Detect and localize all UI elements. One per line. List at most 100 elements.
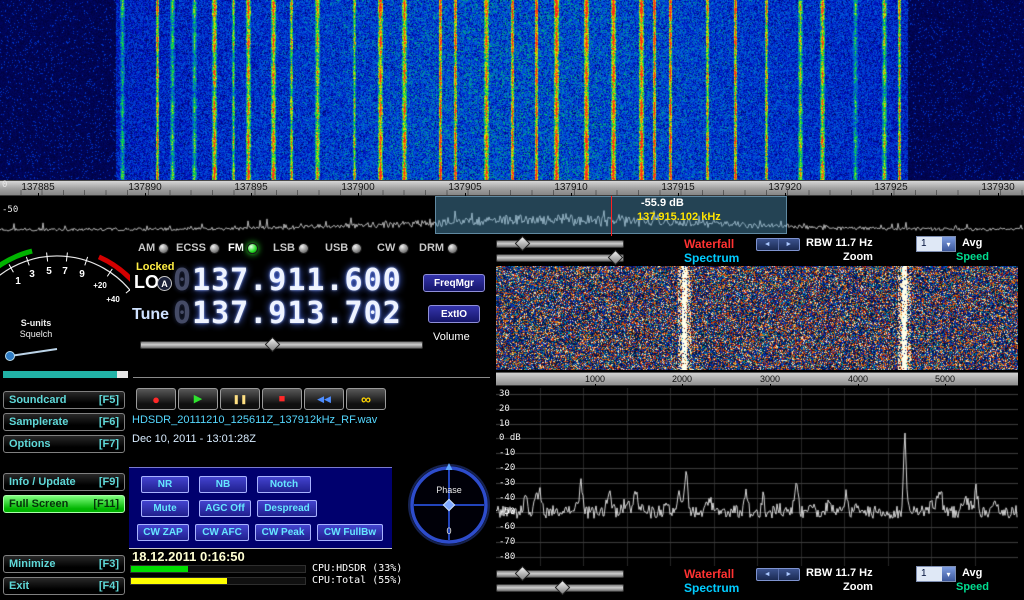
- waterfall-display-label-bottom[interactable]: Waterfall: [684, 567, 734, 581]
- mode-led-icon: [351, 243, 362, 254]
- despread-button[interactable]: Despread: [257, 500, 317, 517]
- db-axis-label: -70: [499, 537, 515, 547]
- nb-button[interactable]: NB: [199, 476, 247, 493]
- mode-cw[interactable]: CW: [377, 242, 409, 254]
- cw-afc-button[interactable]: CW AFC: [195, 524, 249, 541]
- mode-am[interactable]: AM: [138, 242, 169, 254]
- waterfall-shift-spinner-bottom[interactable]: ◄►: [756, 568, 800, 581]
- af-waterfall-display[interactable]: [496, 266, 1018, 370]
- s-meter-label: 1: [15, 276, 21, 287]
- slider-thumb[interactable]: [608, 250, 624, 266]
- waterfall-display-label[interactable]: Waterfall: [684, 237, 734, 251]
- overview-db-axis-top: 0: [2, 180, 7, 190]
- button-key: [F11]: [93, 498, 119, 510]
- spectrum-display-label[interactable]: Spectrum: [684, 251, 739, 265]
- exit-button[interactable]: Exit[F4]: [3, 577, 125, 595]
- db-axis-label: -80: [499, 552, 515, 562]
- extio-button[interactable]: ExtIO: [428, 305, 480, 323]
- tune-leading-zero: 0: [173, 296, 192, 331]
- speed-label-bottom: Speed: [956, 581, 989, 593]
- slider-thumb[interactable]: [515, 566, 531, 582]
- volume-label: Volume: [433, 331, 470, 343]
- db-axis-label: 10: [499, 419, 510, 429]
- spectrum-zoom-slider-bottom[interactable]: [496, 584, 624, 592]
- left-arrow-icon[interactable]: ◄: [757, 569, 779, 580]
- squelch-level-bar[interactable]: [3, 371, 128, 378]
- avg-count-select-bottom[interactable]: 1▾: [916, 566, 956, 582]
- overview-spectrum[interactable]: -55.9 dB 137.915.102 kHz: [0, 196, 1024, 236]
- volume-slider-thumb[interactable]: [265, 337, 281, 353]
- right-arrow-icon[interactable]: ►: [779, 239, 800, 250]
- af-tick-label: 3000: [745, 374, 795, 384]
- slider-thumb[interactable]: [515, 236, 531, 252]
- info-update-button[interactable]: Info / Update[F9]: [3, 473, 125, 491]
- squelch-knob[interactable]: [6, 352, 15, 361]
- mode-drm[interactable]: DRM: [419, 242, 458, 254]
- nr-button[interactable]: NR: [141, 476, 189, 493]
- dropdown-arrow-icon[interactable]: ▾: [942, 237, 955, 251]
- tuning-groove[interactable]: [133, 377, 490, 378]
- freq-tick-label: 137885: [8, 182, 68, 193]
- button-label: Options: [9, 438, 51, 450]
- record-button[interactable]: ●: [136, 388, 176, 410]
- mode-label: CW: [377, 242, 395, 254]
- rbw-label-bottom: RBW 11.7 Hz: [806, 567, 873, 579]
- af-spectrum-display[interactable]: [496, 388, 1018, 566]
- freqmgr-button[interactable]: FreqMgr: [423, 274, 485, 292]
- lo-lock-button[interactable]: A: [157, 276, 172, 291]
- volume-slider[interactable]: [140, 341, 423, 349]
- cw-peak-button[interactable]: CW Peak: [255, 524, 311, 541]
- stop-button[interactable]: ■: [262, 388, 302, 410]
- mute-button[interactable]: Mute: [141, 500, 189, 517]
- loop-button[interactable]: ∞: [346, 388, 386, 410]
- spectrum-display-label-bottom[interactable]: Spectrum: [684, 581, 739, 595]
- right-arrow-icon[interactable]: ►: [779, 569, 800, 580]
- samplerate-button[interactable]: Samplerate[F6]: [3, 413, 125, 431]
- minimize-button[interactable]: Minimize[F3]: [3, 555, 125, 573]
- mode-fm[interactable]: FM: [228, 242, 258, 254]
- frequency-scale[interactable]: 137885 137890 137895 137900 137905 13791…: [0, 180, 1024, 196]
- agc-off-button[interactable]: AGC Off: [199, 500, 251, 517]
- lo-label: LO: [134, 272, 159, 293]
- button-label: Minimize: [9, 558, 55, 570]
- pause-button[interactable]: ❚❚: [220, 388, 260, 410]
- mode-usb[interactable]: USB: [325, 242, 362, 254]
- left-arrow-icon[interactable]: ◄: [757, 239, 779, 250]
- play-button[interactable]: ▶: [178, 388, 218, 410]
- cpu-hdsdr-text: CPU:HDSDR (33%): [312, 563, 402, 574]
- soundcard-button[interactable]: Soundcard[F5]: [3, 391, 125, 409]
- main-waterfall-display[interactable]: [0, 0, 1024, 180]
- avg-label-bottom: Avg: [962, 567, 982, 579]
- button-label: Samplerate: [9, 416, 68, 428]
- options-button[interactable]: Options[F7]: [3, 435, 125, 453]
- slider-thumb[interactable]: [555, 580, 571, 596]
- avg-count-select[interactable]: 1▾: [916, 236, 956, 252]
- cw-zap-button[interactable]: CW ZAP: [137, 524, 189, 541]
- tune-label: Tune: [132, 306, 169, 324]
- fullscreen-button[interactable]: Full Screen[F11]: [3, 495, 125, 513]
- af-tick-label: 5000: [920, 374, 970, 384]
- avg-label: Avg: [962, 237, 982, 249]
- phase-indicator[interactable]: Phase 0: [406, 462, 492, 548]
- mode-led-icon: [247, 243, 258, 254]
- db-axis-label: -60: [499, 522, 515, 532]
- waterfall-contrast-slider[interactable]: [496, 240, 624, 248]
- dropdown-arrow-icon[interactable]: ▾: [942, 567, 955, 581]
- cw-fullbw-button[interactable]: CW FullBw: [317, 524, 383, 541]
- clock-display: 18.12.2011 0:16:50: [132, 549, 245, 564]
- freq-tick-label: 137905: [435, 182, 495, 193]
- mode-led-icon: [447, 243, 458, 254]
- mode-ecss[interactable]: ECSS: [176, 242, 220, 254]
- mode-label: USB: [325, 242, 348, 254]
- mode-label: FM: [228, 242, 244, 254]
- waterfall-shift-spinner[interactable]: ◄►: [756, 238, 800, 251]
- notch-button[interactable]: Notch: [257, 476, 311, 493]
- waterfall-contrast-slider-bottom[interactable]: [496, 570, 624, 578]
- spectrum-zoom-slider[interactable]: [496, 254, 624, 262]
- rewind-button[interactable]: ◀◀: [304, 388, 344, 410]
- s-meter[interactable]: 1 3 5 7 9 +20 +40 S-units Squelch: [0, 236, 130, 368]
- lo-frequency-display[interactable]: 0137.911.600: [173, 266, 402, 296]
- af-frequency-scale[interactable]: 1000 2000 3000 4000 5000: [496, 372, 1018, 386]
- mode-lsb[interactable]: LSB: [273, 242, 309, 254]
- tune-frequency-display[interactable]: 0137.913.702: [173, 299, 402, 329]
